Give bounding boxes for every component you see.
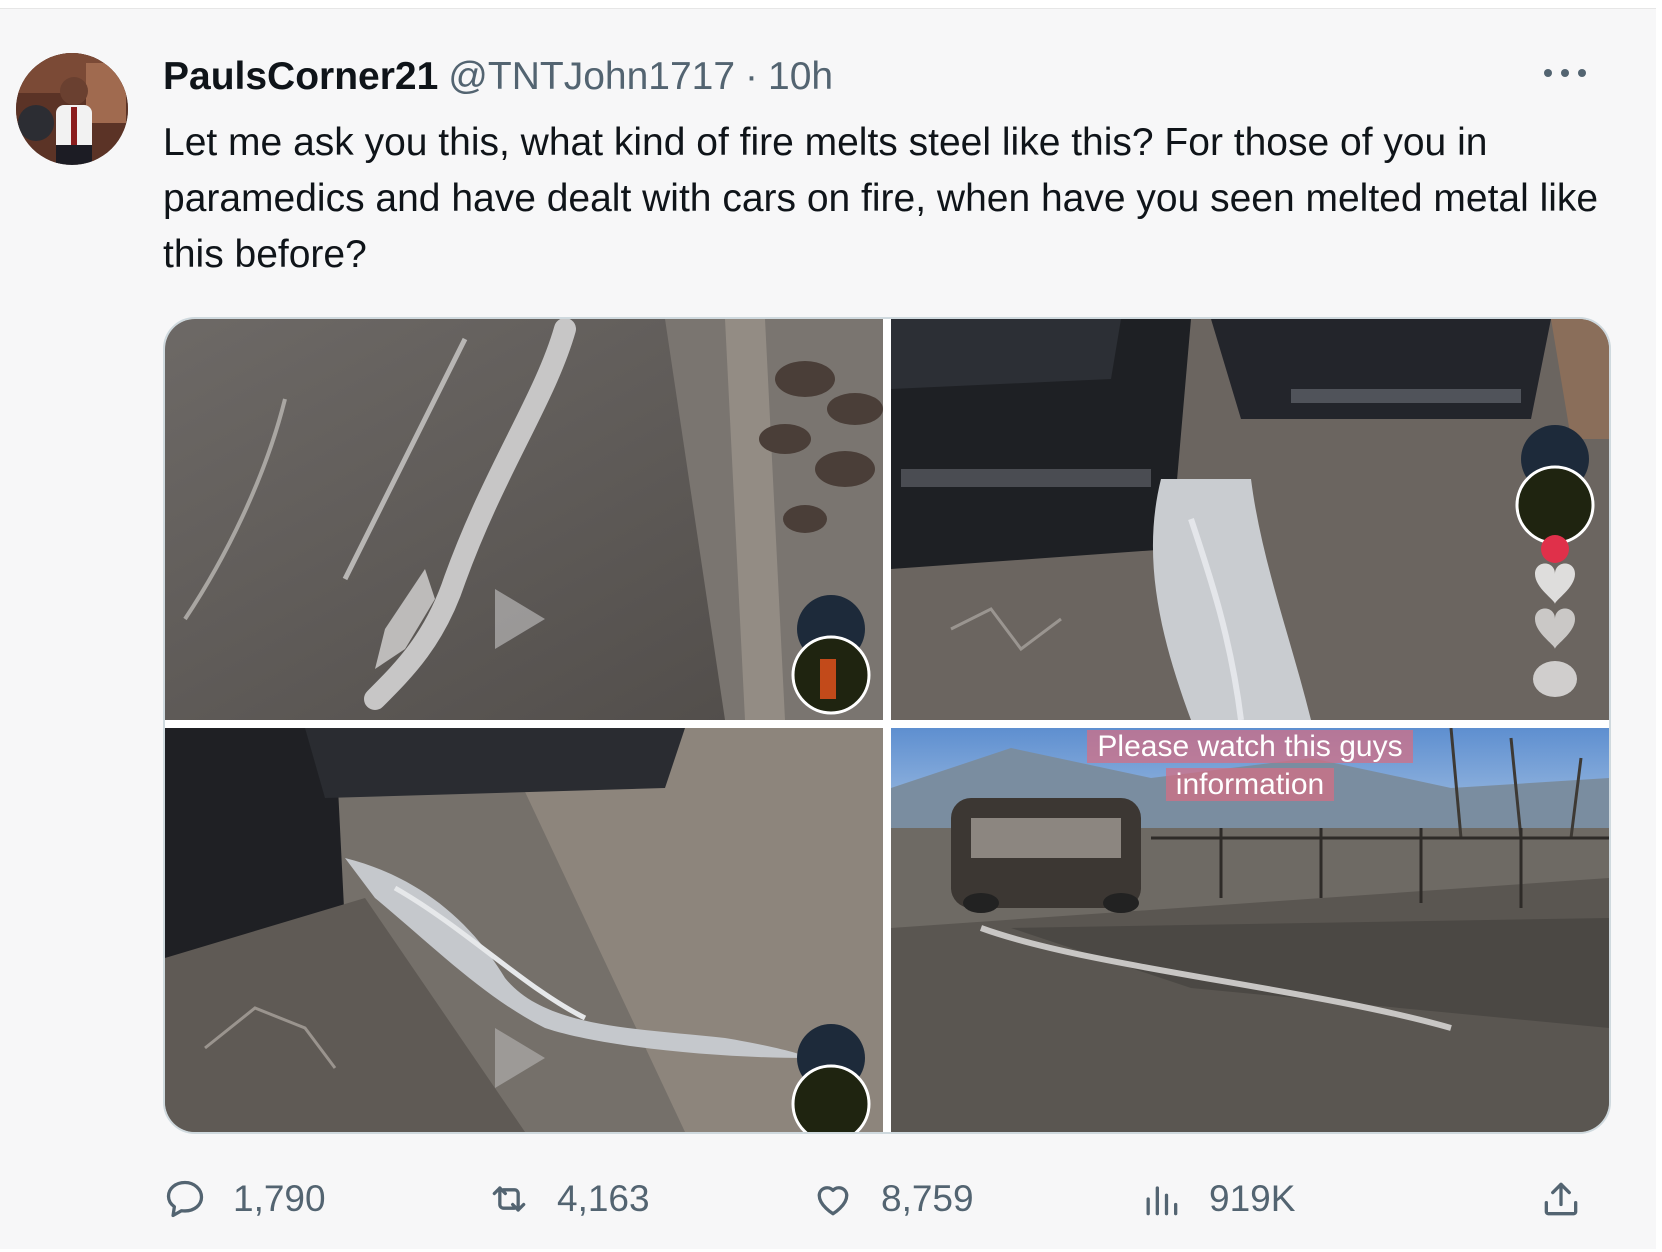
views-button[interactable]: 919K xyxy=(1139,1169,1295,1229)
reply-button[interactable]: 1,790 xyxy=(163,1169,326,1229)
more-horizontal-icon[interactable] xyxy=(1544,63,1586,83)
media-tile-2[interactable] xyxy=(891,319,1609,720)
avatar[interactable] xyxy=(16,53,128,165)
speech-bubble-icon xyxy=(166,1180,204,1218)
repost-button[interactable]: 4,163 xyxy=(487,1169,650,1229)
tweet-header: PaulsCorner21 @TNTJohn1717 · 10h xyxy=(163,55,833,105)
repost-arrows-icon xyxy=(492,1186,526,1212)
view-count: 919K xyxy=(1209,1178,1296,1219)
media-tile-1[interactable] xyxy=(165,319,883,720)
overlay-line-1: Please watch this guys xyxy=(1087,730,1413,763)
repost-count: 4,163 xyxy=(557,1178,650,1219)
display-name[interactable]: PaulsCorner21 xyxy=(163,55,438,99)
reply-count: 1,790 xyxy=(233,1178,326,1219)
share-upload-icon xyxy=(1544,1182,1578,1216)
media-image-2 xyxy=(891,319,1609,720)
bar-chart-icon xyxy=(1146,1186,1178,1216)
media-tile-3[interactable] xyxy=(165,728,883,1132)
overlay-line-2: information xyxy=(1165,768,1335,801)
like-count: 8,759 xyxy=(881,1178,974,1219)
avatar-image xyxy=(16,53,128,165)
media-grid[interactable]: Please watch this guys information xyxy=(163,317,1611,1134)
heart-icon xyxy=(817,1186,849,1216)
tweet-actions: 1,790 4,163 8,759 919K xyxy=(163,1169,1583,1229)
media-image-3 xyxy=(165,728,883,1132)
tweet-text: Let me ask you this, what kind of fire m… xyxy=(163,121,1599,276)
video-caption-overlay: Please watch this guys information xyxy=(891,728,1609,804)
tweet-card[interactable]: PaulsCorner21 @TNTJohn1717 · 10h Let me … xyxy=(0,8,1656,1249)
user-handle[interactable]: @TNTJohn1717 xyxy=(448,55,735,99)
timestamp[interactable]: 10h xyxy=(768,55,833,99)
media-image-1 xyxy=(165,319,883,720)
share-button[interactable] xyxy=(1539,1169,1583,1229)
separator-dot: · xyxy=(745,55,759,98)
like-button[interactable]: 8,759 xyxy=(811,1169,974,1229)
media-tile-4[interactable]: Please watch this guys information xyxy=(891,728,1609,1132)
